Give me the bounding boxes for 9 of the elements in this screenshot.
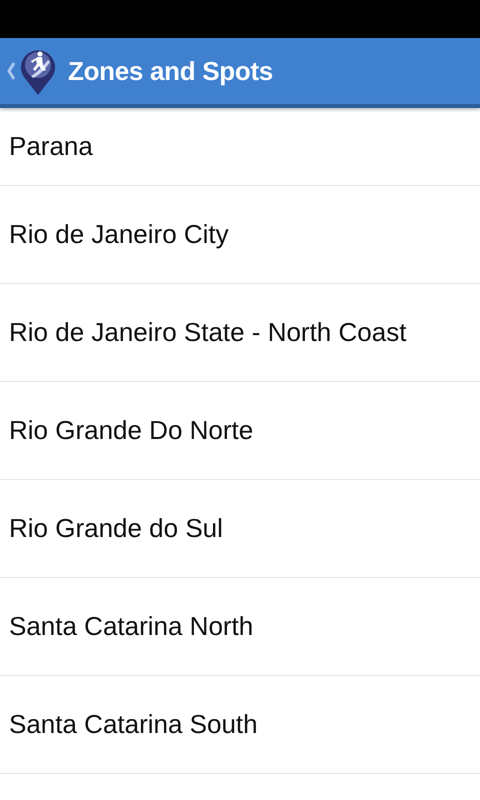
zone-list-item[interactable]: Parana: [0, 108, 480, 186]
zone-list-item[interactable]: Rio Grande do Sul: [0, 480, 480, 578]
zone-list-item[interactable]: Rio de Janeiro City: [0, 186, 480, 284]
zone-list-item[interactable]: Santa Catarina South: [0, 676, 480, 774]
zone-list-item[interactable]: Rio Grande Do Norte: [0, 382, 480, 480]
zone-list-item[interactable]: Rio de Janeiro State - North Coast: [0, 284, 480, 382]
back-chevron-icon: [6, 61, 16, 81]
screen-title: Zones and Spots: [68, 56, 273, 86]
zone-list-item[interactable]: Santa Catarina North: [0, 578, 480, 676]
